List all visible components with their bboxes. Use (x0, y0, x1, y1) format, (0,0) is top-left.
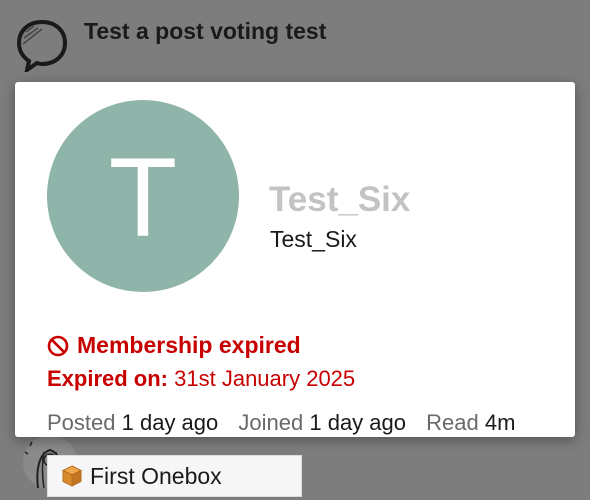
display-name[interactable]: Test_Six (269, 180, 410, 220)
cube-icon (61, 465, 83, 487)
expiry-value: 31st January 2025 (174, 366, 356, 391)
expiry-label: Expired on: (47, 366, 169, 391)
membership-status-text: Membership expired (77, 332, 301, 358)
membership-status: Membership expired (47, 332, 301, 359)
topic-title[interactable]: Test a post voting test (84, 18, 326, 45)
user-card-avatar[interactable]: T (47, 100, 239, 292)
prohibited-icon (47, 335, 69, 356)
avatar-letter: T (108, 135, 178, 260)
joined-value: 1 day ago (309, 410, 406, 435)
user-stats: Posted 1 day ago Joined 1 day ago Read 4… (47, 410, 515, 436)
expiry-line: Expired on: 31st January 2025 (47, 366, 355, 392)
posted-value[interactable]: 1 day ago (122, 410, 219, 435)
badge-first-onebox[interactable]: First Onebox (47, 455, 302, 497)
topic-header: Test a post voting test (0, 0, 590, 80)
joined-label: Joined (238, 410, 304, 435)
badge-label: First Onebox (90, 462, 222, 489)
username: Test_Six (270, 226, 357, 252)
read-label: Read (426, 410, 479, 435)
read-value: 4m (484, 410, 516, 435)
speech-bubble-icon (14, 16, 70, 75)
posted-label: Posted (47, 410, 116, 435)
user-card: T Test_Six Test_Six Membership expired E… (15, 82, 575, 497)
